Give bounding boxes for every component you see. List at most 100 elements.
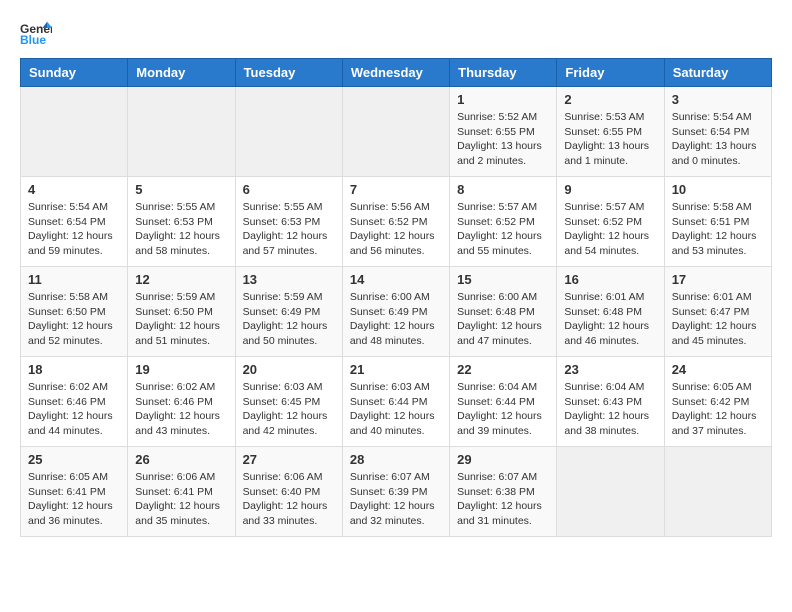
day-of-week-header: Wednesday [342, 59, 449, 87]
day-number: 10 [672, 182, 764, 197]
day-of-week-header: Saturday [664, 59, 771, 87]
calendar-cell: 28 Sunrise: 6:07 AM Sunset: 6:39 PM Dayli… [342, 447, 449, 537]
calendar-cell: 3 Sunrise: 5:54 AM Sunset: 6:54 PM Daylig… [664, 87, 771, 177]
day-info: Sunrise: 5:53 AM Sunset: 6:55 PM Dayligh… [564, 110, 656, 169]
calendar-cell: 24Sunrise: 6:05 AM Sunset: 6:42 PM Dayli… [664, 357, 771, 447]
day-number: 14 [350, 272, 442, 287]
day-number: 4 [28, 182, 120, 197]
day-of-week-header: Friday [557, 59, 664, 87]
day-info: Sunrise: 5:58 AM Sunset: 6:50 PM Dayligh… [28, 290, 120, 349]
day-number: 3 [672, 92, 764, 107]
day-info: Sunrise: 6:00 AM Sunset: 6:48 PM Dayligh… [457, 290, 549, 349]
calendar-cell: 27Sunrise: 6:06 AM Sunset: 6:40 PM Dayli… [235, 447, 342, 537]
calendar-cell: 1 Sunrise: 5:52 AM Sunset: 6:55 PM Daylig… [450, 87, 557, 177]
day-info: Sunrise: 5:57 AM Sunset: 6:52 PM Dayligh… [564, 200, 656, 259]
day-info: Sunrise: 6:07 AM Sunset: 6:38 PM Dayligh… [457, 470, 549, 529]
day-number: 26 [135, 452, 227, 467]
calendar-header-row: SundayMondayTuesdayWednesdayThursdayFrid… [21, 59, 772, 87]
day-info: Sunrise: 5:55 AM Sunset: 6:53 PM Dayligh… [243, 200, 335, 259]
day-number: 1 [457, 92, 549, 107]
day-number: 17 [672, 272, 764, 287]
calendar-cell [664, 447, 771, 537]
day-number: 20 [243, 362, 335, 377]
day-number: 27 [243, 452, 335, 467]
calendar-cell: 7 Sunrise: 5:56 AM Sunset: 6:52 PM Daylig… [342, 177, 449, 267]
day-number: 21 [350, 362, 442, 377]
day-number: 6 [243, 182, 335, 197]
day-of-week-header: Thursday [450, 59, 557, 87]
day-number: 15 [457, 272, 549, 287]
calendar-cell: 26 Sunrise: 6:06 AM Sunset: 6:41 PM Dayli… [128, 447, 235, 537]
day-number: 23 [564, 362, 656, 377]
day-info: Sunrise: 6:05 AM Sunset: 6:41 PM Dayligh… [28, 470, 120, 529]
calendar-cell: 23 Sunrise: 6:04 AM Sunset: 6:43 PM Dayli… [557, 357, 664, 447]
calendar-cell: 18 Sunrise: 6:02 AM Sunset: 6:46 PM Dayli… [21, 357, 128, 447]
calendar-cell: 6 Sunrise: 5:55 AM Sunset: 6:53 PM Daylig… [235, 177, 342, 267]
day-number: 22 [457, 362, 549, 377]
day-of-week-header: Sunday [21, 59, 128, 87]
day-info: Sunrise: 6:02 AM Sunset: 6:46 PM Dayligh… [28, 380, 120, 439]
day-info: Sunrise: 5:59 AM Sunset: 6:50 PM Dayligh… [135, 290, 227, 349]
day-info: Sunrise: 6:03 AM Sunset: 6:45 PM Dayligh… [243, 380, 335, 439]
calendar-cell [557, 447, 664, 537]
calendar-table: SundayMondayTuesdayWednesdayThursdayFrid… [20, 58, 772, 537]
day-info: Sunrise: 5:52 AM Sunset: 6:55 PM Dayligh… [457, 110, 549, 169]
day-of-week-header: Monday [128, 59, 235, 87]
day-info: Sunrise: 6:01 AM Sunset: 6:47 PM Dayligh… [672, 290, 764, 349]
day-info: Sunrise: 5:55 AM Sunset: 6:53 PM Dayligh… [135, 200, 227, 259]
calendar-week-row: 11 Sunrise: 5:58 AM Sunset: 6:50 PM Dayli… [21, 267, 772, 357]
calendar-cell: 20 Sunrise: 6:03 AM Sunset: 6:45 PM Dayli… [235, 357, 342, 447]
day-info: Sunrise: 6:00 AM Sunset: 6:49 PM Dayligh… [350, 290, 442, 349]
calendar-cell [235, 87, 342, 177]
calendar-cell: 19 Sunrise: 6:02 AM Sunset: 6:46 PM Dayli… [128, 357, 235, 447]
day-info: Sunrise: 6:03 AM Sunset: 6:44 PM Dayligh… [350, 380, 442, 439]
day-number: 13 [243, 272, 335, 287]
day-of-week-header: Tuesday [235, 59, 342, 87]
page-header: General Blue [20, 20, 772, 48]
calendar-cell: 29Sunrise: 6:07 AM Sunset: 6:38 PM Dayli… [450, 447, 557, 537]
day-info: Sunrise: 5:58 AM Sunset: 6:51 PM Dayligh… [672, 200, 764, 259]
calendar-cell [21, 87, 128, 177]
day-info: Sunrise: 6:04 AM Sunset: 6:44 PM Dayligh… [457, 380, 549, 439]
calendar-cell: 16Sunrise: 6:01 AM Sunset: 6:48 PM Dayli… [557, 267, 664, 357]
calendar-cell: 22 Sunrise: 6:04 AM Sunset: 6:44 PM Dayli… [450, 357, 557, 447]
calendar-cell [128, 87, 235, 177]
logo-icon: General Blue [20, 20, 52, 48]
day-info: Sunrise: 6:02 AM Sunset: 6:46 PM Dayligh… [135, 380, 227, 439]
calendar-cell: 25 Sunrise: 6:05 AM Sunset: 6:41 PM Dayli… [21, 447, 128, 537]
calendar-week-row: 25 Sunrise: 6:05 AM Sunset: 6:41 PM Dayli… [21, 447, 772, 537]
day-number: 11 [28, 272, 120, 287]
calendar-body: 1 Sunrise: 5:52 AM Sunset: 6:55 PM Daylig… [21, 87, 772, 537]
day-info: Sunrise: 6:04 AM Sunset: 6:43 PM Dayligh… [564, 380, 656, 439]
day-number: 12 [135, 272, 227, 287]
day-number: 18 [28, 362, 120, 377]
calendar-week-row: 18 Sunrise: 6:02 AM Sunset: 6:46 PM Dayli… [21, 357, 772, 447]
calendar-cell: 12 Sunrise: 5:59 AM Sunset: 6:50 PM Dayli… [128, 267, 235, 357]
day-info: Sunrise: 6:06 AM Sunset: 6:41 PM Dayligh… [135, 470, 227, 529]
calendar-week-row: 4 Sunrise: 5:54 AM Sunset: 6:54 PM Daylig… [21, 177, 772, 267]
logo: General Blue [20, 20, 60, 48]
day-info: Sunrise: 5:54 AM Sunset: 6:54 PM Dayligh… [28, 200, 120, 259]
day-number: 28 [350, 452, 442, 467]
day-info: Sunrise: 5:59 AM Sunset: 6:49 PM Dayligh… [243, 290, 335, 349]
calendar-cell: 15 Sunrise: 6:00 AM Sunset: 6:48 PM Dayli… [450, 267, 557, 357]
day-number: 19 [135, 362, 227, 377]
day-number: 8 [457, 182, 549, 197]
calendar-cell: 4 Sunrise: 5:54 AM Sunset: 6:54 PM Daylig… [21, 177, 128, 267]
calendar-cell: 14 Sunrise: 6:00 AM Sunset: 6:49 PM Dayli… [342, 267, 449, 357]
day-info: Sunrise: 6:07 AM Sunset: 6:39 PM Dayligh… [350, 470, 442, 529]
day-info: Sunrise: 5:56 AM Sunset: 6:52 PM Dayligh… [350, 200, 442, 259]
calendar-week-row: 1 Sunrise: 5:52 AM Sunset: 6:55 PM Daylig… [21, 87, 772, 177]
day-number: 25 [28, 452, 120, 467]
calendar-cell: 8 Sunrise: 5:57 AM Sunset: 6:52 PM Daylig… [450, 177, 557, 267]
day-info: Sunrise: 5:57 AM Sunset: 6:52 PM Dayligh… [457, 200, 549, 259]
day-number: 7 [350, 182, 442, 197]
svg-text:Blue: Blue [20, 33, 46, 47]
day-number: 16 [564, 272, 656, 287]
calendar-cell: 17 Sunrise: 6:01 AM Sunset: 6:47 PM Dayli… [664, 267, 771, 357]
day-info: Sunrise: 6:05 AM Sunset: 6:42 PM Dayligh… [672, 380, 764, 439]
calendar-cell: 5Sunrise: 5:55 AM Sunset: 6:53 PM Daylig… [128, 177, 235, 267]
calendar-cell [342, 87, 449, 177]
day-number: 9 [564, 182, 656, 197]
day-info: Sunrise: 5:54 AM Sunset: 6:54 PM Dayligh… [672, 110, 764, 169]
